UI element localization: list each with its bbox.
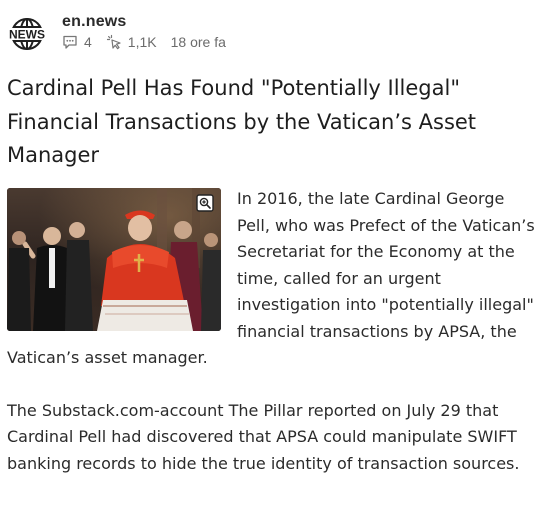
time-ago: 18 ore fa — [170, 34, 226, 50]
source-name[interactable]: en.news — [62, 13, 127, 31]
article-title[interactable]: Cardinal Pell Has Found "Potentially Ill… — [7, 72, 527, 173]
article-photo — [7, 188, 221, 331]
article-image[interactable] — [7, 188, 221, 331]
comment-icon[interactable] — [62, 34, 78, 50]
news-logo[interactable]: NEWS — [6, 14, 48, 54]
article-body: In 2016, the late Cardinal George Pell, … — [7, 186, 539, 477]
article-meta: 4 1,1K 18 ore fa — [62, 34, 240, 50]
comments-count: 4 — [84, 34, 92, 50]
views-count: 1,1K — [127, 34, 157, 50]
pointer-click-icon — [106, 34, 122, 50]
logo-text: NEWS — [9, 28, 45, 42]
source-header: NEWS en.news 4 1,1K 18 ore fa — [6, 12, 526, 54]
zoom-in-icon[interactable] — [196, 194, 214, 212]
article-paragraph: The Substack.com-account The Pillar repo… — [7, 400, 520, 473]
